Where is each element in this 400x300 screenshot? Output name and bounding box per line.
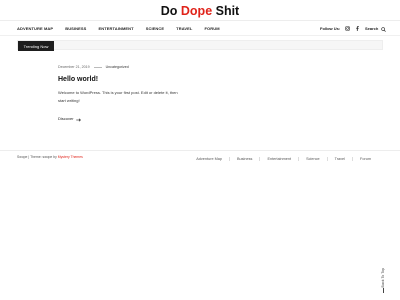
back-to-top-button[interactable]: Back To Top xyxy=(381,268,385,294)
footer-credit-text: Swope | Theme: swope by xyxy=(17,155,58,159)
post-date[interactable]: December 21, 2019 xyxy=(58,65,90,69)
main-navigation: ADVENTURE MAP BUSINESS ENTERTAINMENT SCI… xyxy=(17,24,232,32)
follow-label: Follow Us: xyxy=(320,25,341,31)
nav-item-entertainment[interactable]: ENTERTAINMENT xyxy=(98,26,133,31)
footer-item-science[interactable]: Science xyxy=(298,157,327,161)
site-title[interactable]: Do Dope Shit xyxy=(0,4,400,18)
post-category[interactable]: Uncategorized xyxy=(106,65,129,69)
theme-author-link[interactable]: Mystery Themes xyxy=(58,155,83,159)
nav-item-business[interactable]: BUSINESS xyxy=(65,26,86,31)
nav-item-forum[interactable]: FORUM xyxy=(204,26,219,31)
footer-credit: Swope | Theme: swope by Mystery Themes xyxy=(17,155,83,159)
trending-ticker: Trending Now xyxy=(17,40,383,51)
site-title-accent: Dope xyxy=(180,4,213,18)
footer-divider xyxy=(0,150,400,151)
footer-item-entertainment[interactable]: Entertainment xyxy=(259,157,298,161)
nav-item-travel[interactable]: TRAVEL xyxy=(176,26,192,31)
nav-divider xyxy=(0,35,400,36)
footer-item-forum[interactable]: Forum xyxy=(352,157,378,161)
post-card: December 21, 2019 Uncategorized Hello wo… xyxy=(58,64,188,127)
search-label: Search xyxy=(365,25,379,31)
discover-label: Discover xyxy=(58,115,74,121)
footer-item-business[interactable]: Business xyxy=(229,157,259,161)
back-to-top-line xyxy=(382,288,384,294)
post-excerpt: Welcome to WordPress. This is your first… xyxy=(58,90,178,103)
post-meta: December 21, 2019 Uncategorized xyxy=(58,64,188,70)
facebook-icon[interactable] xyxy=(354,25,360,31)
back-to-top-label: Back To Top xyxy=(381,268,385,288)
header-divider xyxy=(0,20,400,21)
instagram-icon[interactable] xyxy=(344,25,350,31)
post-title[interactable]: Hello world! xyxy=(58,76,188,83)
meta-separator xyxy=(93,66,102,68)
site-title-part2: Shit xyxy=(212,4,240,18)
trending-now-button[interactable]: Trending Now xyxy=(18,41,54,51)
arrow-right-icon xyxy=(75,109,81,127)
social-follow: Follow Us: xyxy=(320,24,360,32)
footer-navigation: Adventure Map Business Entertainment Sci… xyxy=(189,155,378,163)
footer-item-travel[interactable]: Travel xyxy=(326,157,352,161)
footer-item-adventure-map[interactable]: Adventure Map xyxy=(189,157,229,161)
nav-item-adventure-map[interactable]: ADVENTURE MAP xyxy=(17,26,53,31)
search-button[interactable]: Search xyxy=(365,24,387,32)
discover-link[interactable]: Discover xyxy=(58,109,188,127)
nav-item-science[interactable]: SCIENCE xyxy=(146,26,164,31)
site-title-part1: Do xyxy=(160,4,181,18)
